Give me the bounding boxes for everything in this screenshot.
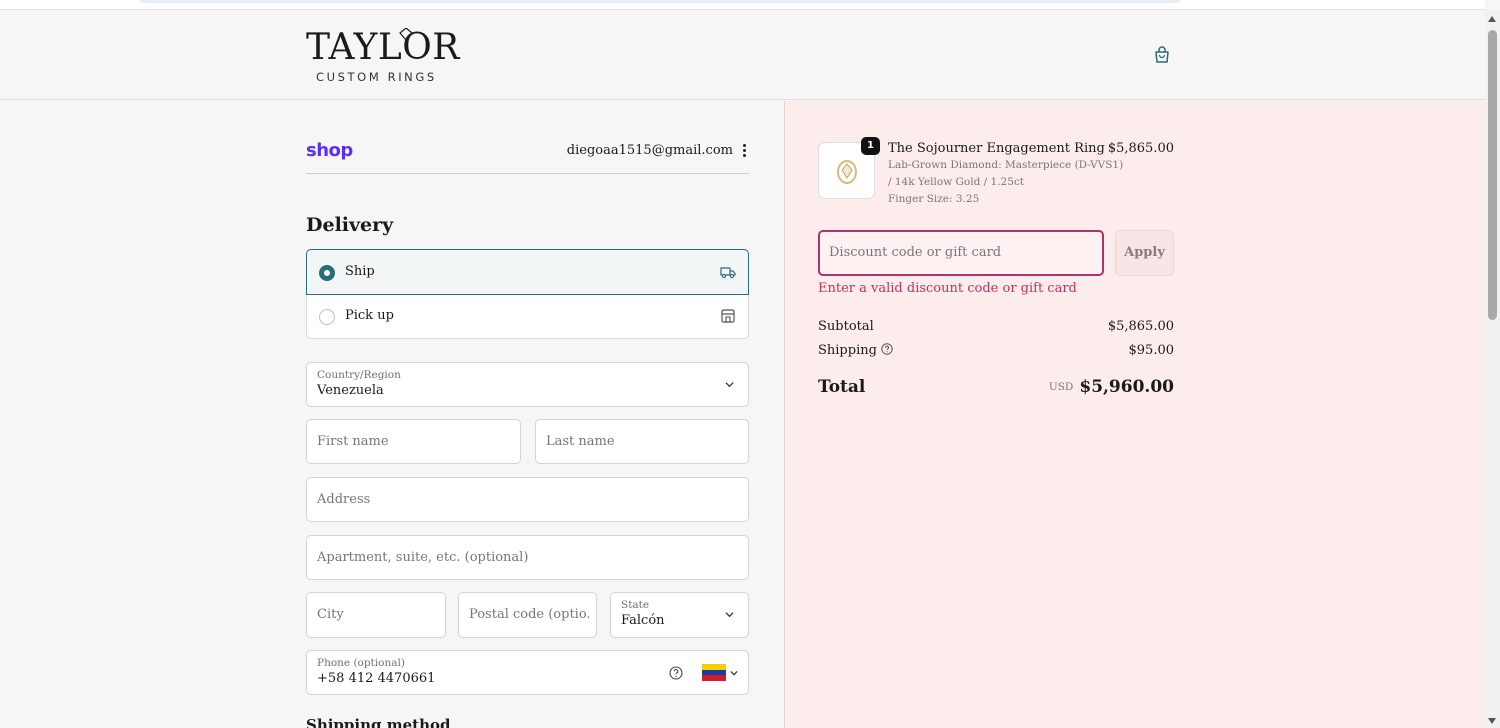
ring-image-icon	[837, 160, 857, 184]
last-name-field[interactable]: Last name	[535, 419, 749, 464]
store-icon	[721, 309, 735, 323]
phone-field[interactable]: Phone (optional) +58 412 4470661	[306, 650, 749, 695]
browser-top-strip	[0, 0, 1485, 10]
discount-code-input[interactable]: Discount code or gift card	[818, 230, 1104, 276]
help-circle-icon[interactable]	[669, 666, 683, 680]
total-amount-group: USD $5,960.00	[1049, 377, 1174, 397]
delivery-heading: Delivery	[306, 214, 394, 236]
delivery-option-ship[interactable]: Ship	[306, 249, 749, 295]
shipping-row: Shipping $95.00	[818, 343, 1174, 358]
subtotal-row: Subtotal $5,865.00	[818, 319, 1174, 334]
diamond-logo-icon	[399, 28, 413, 40]
delivery-option-pickup[interactable]: Pick up	[307, 295, 748, 339]
phone-label: Phone (optional)	[317, 657, 405, 669]
quantity-badge: 1	[861, 137, 880, 155]
pickup-label: Pick up	[345, 308, 394, 323]
apply-discount-button[interactable]: Apply	[1115, 230, 1174, 276]
venezuela-flag-icon[interactable]	[702, 664, 726, 681]
last-name-placeholder: Last name	[546, 434, 615, 449]
total-value: $5,960.00	[1079, 377, 1174, 397]
state-label: State	[621, 599, 650, 611]
country-select[interactable]: Country/Region Venezuela	[306, 362, 749, 407]
city-placeholder: City	[317, 607, 344, 622]
product-variant-line2: / 14k Yellow Gold / 1.25ct	[888, 176, 1025, 188]
apartment-placeholder: Apartment, suite, etc. (optional)	[317, 550, 529, 565]
help-circle-icon[interactable]	[881, 343, 893, 355]
shipping-label: Shipping	[818, 343, 877, 358]
product-price: $5,865.00	[1107, 141, 1174, 156]
truck-icon	[720, 267, 736, 279]
discount-error-message: Enter a valid discount code or gift card	[818, 281, 1077, 296]
country-label: Country/Region	[317, 369, 401, 381]
product-name: The Sojourner Engagement Ring	[888, 141, 1105, 156]
delivery-options: Ship Pick up	[306, 249, 749, 339]
currency-code: USD	[1048, 381, 1074, 393]
country-value: Venezuela	[317, 383, 384, 398]
shopping-bag-icon[interactable]	[1152, 45, 1172, 65]
phone-value: +58 412 4470661	[317, 671, 436, 686]
chevron-down-icon	[730, 670, 738, 676]
chevron-down-icon	[725, 612, 734, 618]
total-label: Total	[818, 377, 866, 397]
discount-placeholder: Discount code or gift card	[829, 245, 1002, 260]
ship-label: Ship	[345, 264, 375, 279]
shop-pay-account-row: shop diegoaa1515@gmail.com	[306, 140, 749, 174]
scrollbar-thumb[interactable]	[1488, 30, 1497, 320]
taylor-logo[interactable]: TAYLOR CUSTOM RINGS	[306, 27, 460, 86]
apartment-field[interactable]: Apartment, suite, etc. (optional)	[306, 535, 749, 580]
address-field[interactable]: Address	[306, 477, 749, 522]
brand-name: TAYLOR	[306, 27, 460, 68]
scroll-down-arrow-icon[interactable]	[1488, 718, 1496, 724]
top-glow	[140, 0, 1180, 3]
total-row: Total USD $5,960.00	[818, 377, 1174, 397]
product-finger-size: Finger Size: 3.25	[888, 193, 980, 205]
product-variant-line1: Lab-Grown Diamond: Masterpiece (D-VVS1)	[888, 159, 1124, 171]
site-header: TAYLOR CUSTOM RINGS	[0, 10, 1485, 100]
more-options-icon[interactable]	[741, 144, 747, 158]
shop-logo: shop	[306, 140, 353, 161]
subtotal-value: $5,865.00	[1107, 319, 1174, 334]
state-select[interactable]: State Falcón	[610, 592, 749, 638]
ship-radio[interactable]	[319, 265, 335, 281]
chevron-down-icon	[725, 382, 734, 388]
page-scrollbar[interactable]	[1485, 10, 1500, 728]
first-name-placeholder: First name	[317, 434, 389, 449]
first-name-field[interactable]: First name	[306, 419, 521, 464]
brand-tagline: CUSTOM RINGS	[316, 70, 437, 84]
subtotal-label: Subtotal	[818, 319, 874, 334]
state-value: Falcón	[621, 613, 665, 628]
shipping-method-heading: Shipping method	[306, 716, 451, 728]
city-field[interactable]: City	[306, 592, 446, 638]
account-email: diegoaa1515@gmail.com	[566, 143, 733, 158]
address-placeholder: Address	[317, 492, 371, 507]
scroll-up-arrow-icon[interactable]	[1488, 16, 1496, 22]
pickup-radio[interactable]	[319, 309, 335, 325]
shipping-value: $95.00	[1128, 343, 1175, 358]
postal-code-placeholder: Postal code (optio...	[469, 607, 589, 622]
postal-code-field[interactable]: Postal code (optio...	[458, 592, 597, 638]
